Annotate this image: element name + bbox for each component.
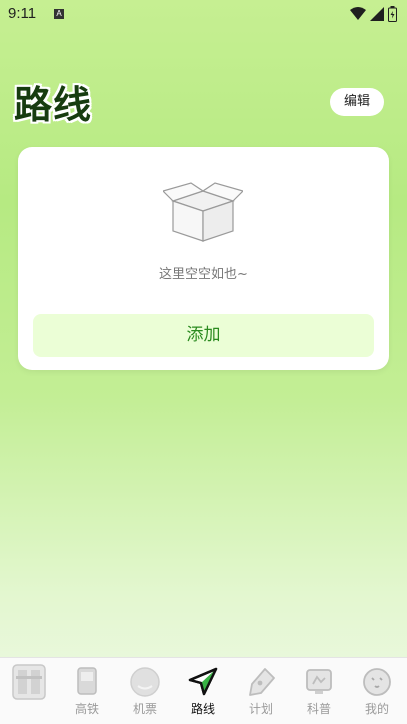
profile-icon	[363, 668, 391, 696]
route-card: 这里空空如也~ 添加	[18, 147, 389, 370]
nav-item-science[interactable]: 科普	[290, 658, 348, 724]
nav-label-profile: 我的	[364, 702, 389, 716]
status-time: 9:11	[8, 5, 37, 22]
science-icon	[306, 669, 332, 694]
wifi-icon	[350, 7, 366, 20]
app-logo-icon	[12, 664, 46, 700]
a-badge-icon: A	[54, 9, 64, 19]
empty-state-text: 这里空空如也~	[159, 267, 248, 282]
nav-label-train: 高铁	[74, 702, 99, 716]
route-arrow-icon	[188, 667, 218, 696]
status-icons	[350, 6, 397, 22]
nav-item-plan[interactable]: 计划	[232, 658, 290, 724]
nav-item-route[interactable]: 路线	[174, 658, 232, 724]
page-title: 路线	[14, 83, 93, 127]
battery-icon	[388, 6, 397, 22]
empty-box-icon	[163, 182, 243, 242]
edit-button[interactable]: 编辑	[330, 88, 384, 116]
add-route-button[interactable]: 添加	[33, 314, 374, 357]
status-bar: 9:11 A	[0, 0, 407, 28]
nav-item-train[interactable]: 高铁	[58, 658, 116, 724]
nav-label-ticket: 机票	[132, 702, 157, 716]
pen-icon	[249, 668, 275, 696]
train-icon	[77, 667, 97, 695]
nav-item-logo[interactable]	[0, 658, 58, 724]
nav-item-ticket[interactable]: 机票	[116, 658, 174, 724]
nav-label-route: 路线	[190, 702, 215, 716]
nav-item-profile[interactable]: 我的	[348, 658, 406, 724]
plane-ticket-icon	[130, 667, 160, 697]
bottom-nav: 高铁 机票 路线 计划 科普 我的	[0, 657, 407, 724]
nav-label-science: 科普	[306, 702, 331, 716]
signal-icon	[370, 7, 384, 21]
nav-label-plan: 计划	[248, 702, 273, 716]
